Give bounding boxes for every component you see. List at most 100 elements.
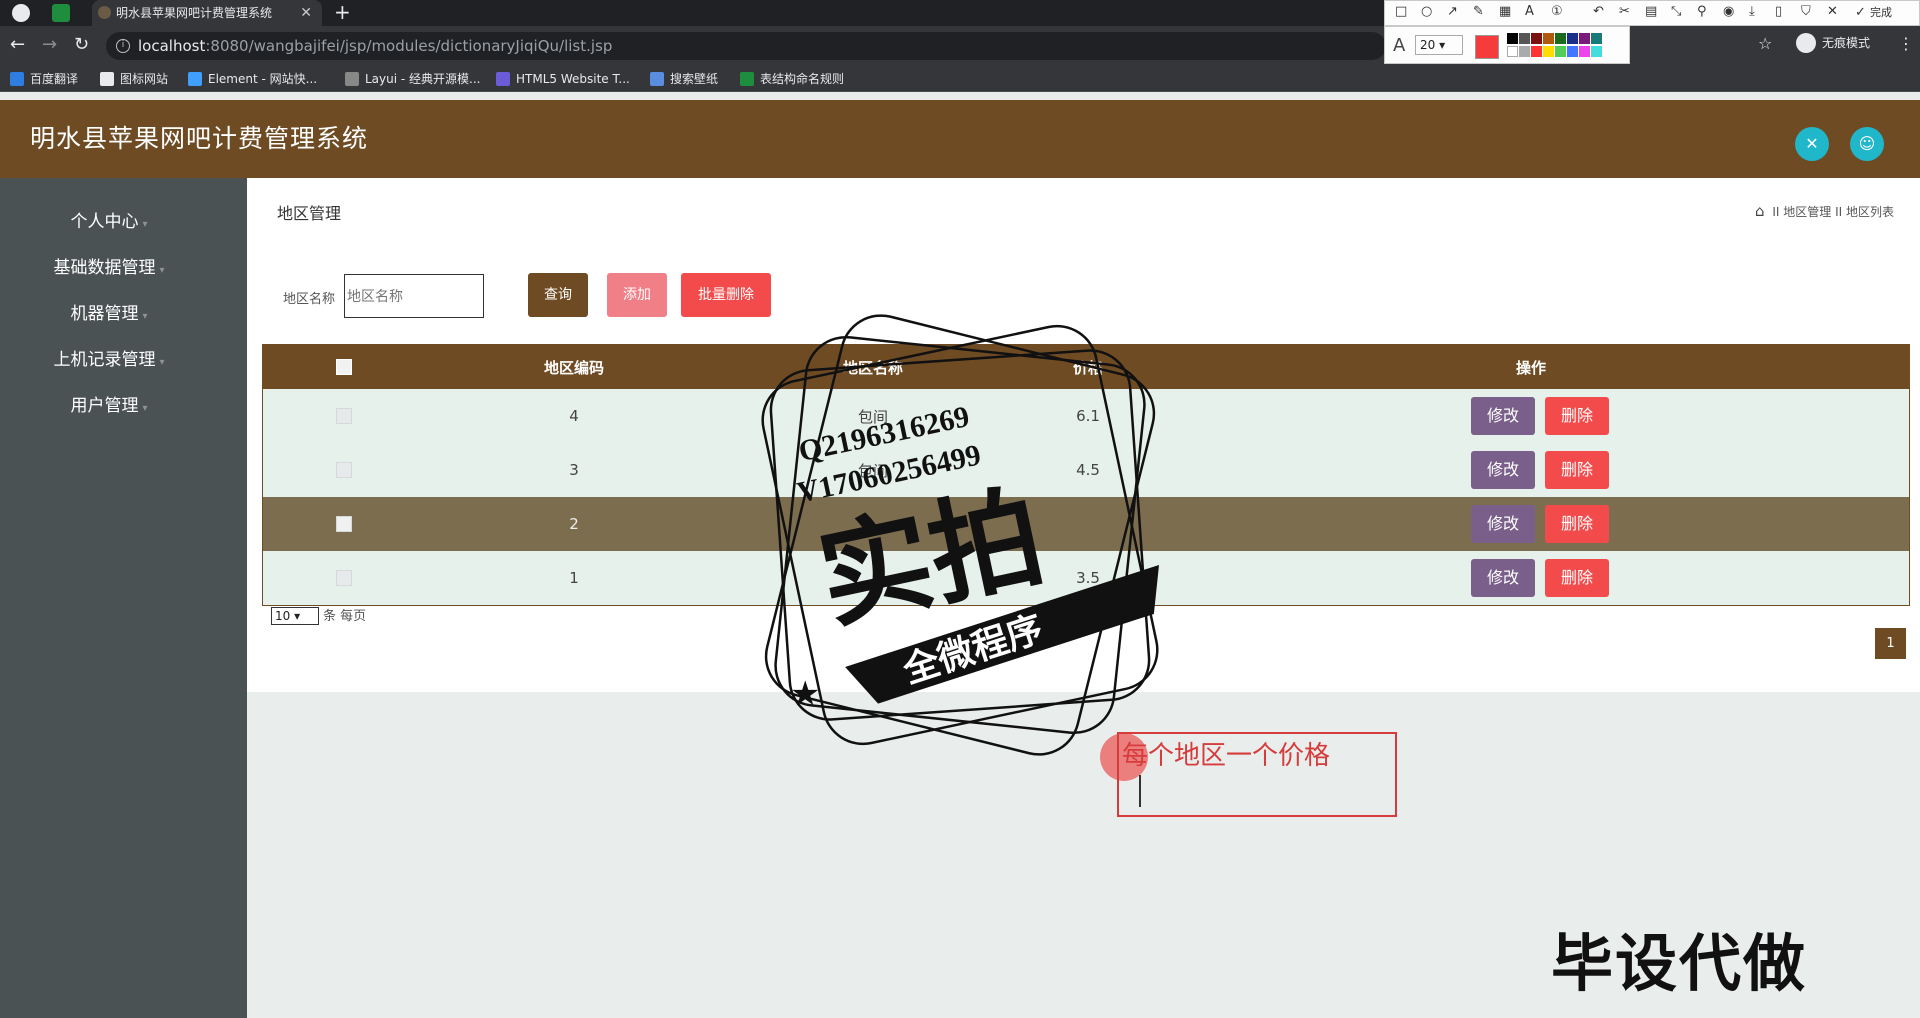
arrow-tool-icon[interactable]: ↗ bbox=[1447, 4, 1458, 19]
text-tool-icon[interactable]: A bbox=[1525, 4, 1534, 19]
cell-code: 3 bbox=[569, 461, 579, 479]
url-input[interactable]: i localhost:8080/wangbajifei/jsp/modules… bbox=[106, 32, 1386, 60]
edit-button[interactable]: 修改 bbox=[1471, 505, 1535, 543]
bookmark-item[interactable]: 表结构命名规则 bbox=[740, 71, 844, 87]
color-swatch[interactable] bbox=[1567, 46, 1578, 57]
region-name-search-input[interactable] bbox=[344, 274, 484, 318]
delete-button[interactable]: 删除 bbox=[1545, 451, 1609, 489]
color-swatch[interactable] bbox=[1507, 46, 1518, 57]
mosaic-tool-icon[interactable]: ▦ bbox=[1499, 4, 1511, 19]
cell-code: 1 bbox=[569, 569, 579, 587]
color-swatch[interactable] bbox=[1543, 33, 1554, 44]
number-tool-icon[interactable]: ① bbox=[1551, 4, 1563, 19]
delete-button[interactable]: 删除 bbox=[1545, 397, 1609, 435]
per-page-label: 条 每页 bbox=[323, 609, 367, 624]
table-row-hovered[interactable]: 2 修改 删除 bbox=[263, 497, 1909, 551]
delete-button[interactable]: 删除 bbox=[1545, 505, 1609, 543]
user-avatar-icon[interactable]: ☺ bbox=[1850, 127, 1884, 161]
site-info-icon[interactable]: i bbox=[116, 39, 130, 53]
batch-delete-button[interactable]: 批量删除 bbox=[681, 273, 771, 317]
color-swatch[interactable] bbox=[1531, 46, 1542, 57]
row-checkbox[interactable] bbox=[336, 516, 352, 532]
sidebar-item-basic-data[interactable]: 基础数据管理 ▾ bbox=[0, 256, 218, 283]
page-number-button[interactable]: 1 bbox=[1875, 628, 1906, 659]
page-size-select[interactable]: 10 ▾ bbox=[271, 607, 319, 625]
row-checkbox[interactable] bbox=[336, 570, 352, 586]
add-button[interactable]: 添加 bbox=[607, 273, 667, 317]
sidebar-item-personal-center[interactable]: 个人中心 ▾ bbox=[0, 210, 218, 237]
table-row[interactable]: 3 包间 4.5 修改 删除 bbox=[263, 443, 1909, 497]
tab-favicon-icon[interactable] bbox=[52, 4, 70, 22]
edit-button[interactable]: 修改 bbox=[1471, 397, 1535, 435]
footer-watermark: 毕设代做 bbox=[1551, 927, 1808, 1000]
done-button[interactable]: ✓ 完成 bbox=[1855, 4, 1892, 20]
scissors-icon[interactable]: ✂ bbox=[1619, 4, 1630, 19]
back-icon[interactable]: ← bbox=[10, 34, 25, 56]
undo-icon[interactable]: ↶ bbox=[1593, 4, 1604, 19]
pen-tool-icon[interactable]: ✎ bbox=[1473, 4, 1484, 19]
pin-icon[interactable]: ⚲ bbox=[1697, 4, 1707, 19]
current-color-swatch[interactable] bbox=[1475, 35, 1499, 59]
color-swatch[interactable] bbox=[1579, 46, 1590, 57]
bookmark-item[interactable]: 百度翻译 bbox=[10, 71, 78, 87]
save-icon[interactable]: ⛉ bbox=[1801, 4, 1811, 19]
translate-tool-icon[interactable]: ⤡ bbox=[1671, 4, 1681, 19]
bookmark-star-icon[interactable]: ☆ bbox=[1758, 34, 1772, 53]
color-swatch[interactable] bbox=[1531, 33, 1542, 44]
table-row[interactable]: 1 3.5 修改 删除 bbox=[263, 551, 1909, 605]
ocr-icon[interactable]: ▤ bbox=[1645, 4, 1657, 19]
color-swatch[interactable] bbox=[1591, 46, 1602, 57]
color-swatch[interactable] bbox=[1567, 33, 1578, 44]
tab-close-icon[interactable]: ✕ bbox=[300, 0, 312, 26]
fullscreen-icon[interactable]: ✕ bbox=[1795, 127, 1829, 161]
phone-icon[interactable]: ▯ bbox=[1775, 4, 1782, 19]
annotation-text: 每个地区一个价格 bbox=[1122, 741, 1331, 771]
col-header-ops: 操作 bbox=[1515, 358, 1546, 377]
color-swatch[interactable] bbox=[1555, 33, 1566, 44]
color-swatch[interactable] bbox=[1591, 33, 1602, 44]
color-swatch[interactable] bbox=[1519, 46, 1530, 57]
bookmarks-bar: 百度翻译 图标网站 Element - 网站快... Layui - 经典开源模… bbox=[0, 66, 1920, 92]
font-size-select[interactable]: 20 ▾ bbox=[1415, 35, 1463, 55]
edit-button[interactable]: 修改 bbox=[1471, 559, 1535, 597]
bookmark-item[interactable]: Element - 网站快... bbox=[188, 71, 317, 87]
sidebar-item-machines[interactable]: 机器管理 ▾ bbox=[0, 302, 218, 329]
color-swatch[interactable] bbox=[1579, 33, 1590, 44]
delete-button[interactable]: 删除 bbox=[1545, 559, 1609, 597]
forward-icon[interactable]: → bbox=[42, 34, 57, 56]
incognito-indicator[interactable]: 无痕模式 bbox=[1796, 32, 1870, 54]
breadcrumb-item[interactable]: 地区管理 bbox=[1783, 205, 1831, 219]
color-swatch[interactable] bbox=[1555, 46, 1566, 57]
reload-icon[interactable]: ↻ bbox=[74, 34, 89, 56]
select-all-checkbox[interactable] bbox=[336, 359, 352, 375]
sidebar-item-users[interactable]: 用户管理 ▾ bbox=[0, 394, 218, 421]
home-icon[interactable]: ⌂ bbox=[1755, 202, 1765, 220]
browser-globe-icon[interactable] bbox=[12, 4, 30, 22]
bookmark-item[interactable]: 搜索壁纸 bbox=[650, 71, 718, 87]
color-swatch[interactable] bbox=[1507, 33, 1518, 44]
row-checkbox[interactable] bbox=[336, 408, 352, 424]
close-icon[interactable]: ✕ bbox=[1827, 4, 1838, 19]
bookmark-item[interactable]: 图标网站 bbox=[100, 71, 168, 87]
tab-favicon-icon bbox=[98, 6, 111, 19]
browser-menu-icon[interactable]: ⋮ bbox=[1898, 34, 1914, 53]
url-host: localhost bbox=[138, 37, 206, 55]
bookmark-item[interactable]: Layui - 经典开源模... bbox=[345, 71, 480, 87]
bookmark-item[interactable]: HTML5 Website T... bbox=[496, 71, 630, 87]
download-icon[interactable]: ⤓ bbox=[1749, 4, 1755, 19]
tab-active[interactable]: 明水县苹果网吧计费管理系统 ✕ bbox=[92, 0, 322, 26]
element-icon bbox=[188, 72, 202, 86]
chevron-down-icon: ▾ bbox=[142, 219, 148, 230]
new-tab-icon[interactable]: + bbox=[334, 0, 351, 24]
edit-button[interactable]: 修改 bbox=[1471, 451, 1535, 489]
cell-name: 包间 bbox=[857, 407, 888, 426]
query-button[interactable]: 查询 bbox=[528, 273, 588, 317]
color-swatch[interactable] bbox=[1543, 46, 1554, 57]
table-row[interactable]: 4 包间 6.1 修改 删除 bbox=[263, 389, 1909, 443]
record-icon[interactable]: ◉ bbox=[1723, 4, 1734, 19]
ellipse-tool-icon[interactable]: ○ bbox=[1421, 4, 1432, 19]
rect-tool-icon[interactable]: □ bbox=[1395, 4, 1407, 19]
color-swatch[interactable] bbox=[1519, 33, 1530, 44]
row-checkbox[interactable] bbox=[336, 462, 352, 478]
sidebar-item-logon-records[interactable]: 上机记录管理 ▾ bbox=[0, 348, 218, 375]
